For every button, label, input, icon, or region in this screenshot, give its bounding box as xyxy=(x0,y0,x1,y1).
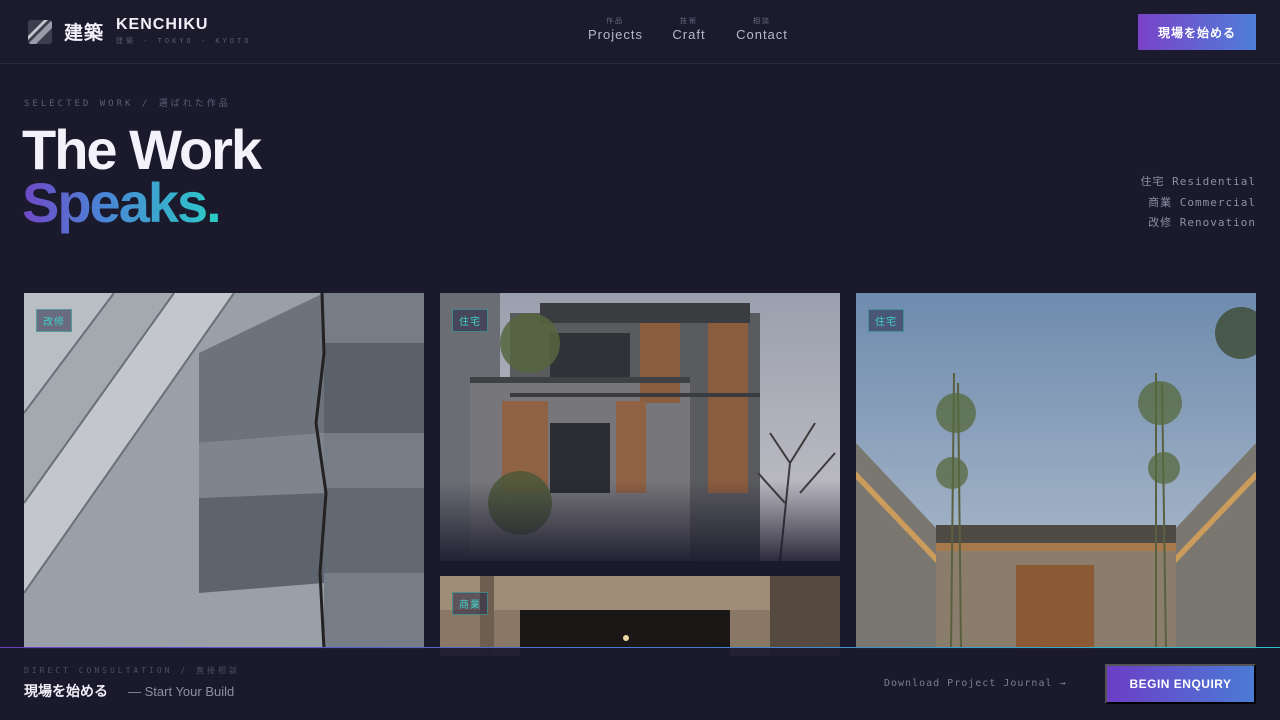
start-project-button[interactable]: 現場を始める xyxy=(1138,14,1256,50)
nav-item-craft[interactable]: 技術 Craft xyxy=(672,16,706,42)
logo-icon[interactable] xyxy=(28,20,52,44)
project-tag: 改修 xyxy=(36,309,72,332)
nav-item-label: Contact xyxy=(736,27,788,42)
nav-item-jp-label: 相談 xyxy=(753,17,771,25)
site-header: 建築 KENCHIKU 建築 · TOKYO · KYOTO 作品 Projec… xyxy=(0,0,1280,64)
consultation-title: 現場を始める xyxy=(24,684,108,700)
timber-louvered-townhouse-image xyxy=(440,293,840,561)
category-commercial[interactable]: 商業 Commercial xyxy=(1141,193,1256,214)
nav-item-jp-label: 技術 xyxy=(680,17,698,25)
begin-enquiry-button[interactable]: BEGIN ENQUIRY xyxy=(1105,664,1256,704)
project-card-commercial[interactable]: 商業 xyxy=(440,576,840,656)
hero-title-line1: The Work xyxy=(22,118,262,181)
logo-name[interactable]: KENCHIKU xyxy=(116,16,208,34)
project-card-renovation[interactable]: 改修 xyxy=(24,293,424,649)
category-filter: 住宅 Residential 商業 Commercial 改修 Renovati… xyxy=(1141,172,1256,234)
hero-title-gradient-word: Speaks xyxy=(22,171,208,234)
project-tag: 商業 xyxy=(452,592,488,615)
category-renovation[interactable]: 改修 Renovation xyxy=(1141,213,1256,234)
hero-title-line2: Speaks. xyxy=(22,175,222,231)
consultation-eyebrow: DIRECT CONSULTATION / 直接相談 xyxy=(24,666,240,675)
concrete-canopy-interior-image xyxy=(440,576,840,656)
nav-item-label: Projects xyxy=(588,27,643,42)
nav-item-projects[interactable]: 作品 Projects xyxy=(588,16,642,42)
hero-eyebrow: SELECTED WORK / 選ばれた作品 xyxy=(24,99,231,109)
consultation-subtitle: — Start Your Build xyxy=(128,684,235,699)
project-tag: 住宅 xyxy=(868,309,904,332)
gradient-divider xyxy=(0,647,1280,648)
bamboo-courtyard-house-image xyxy=(856,293,1256,649)
category-residential[interactable]: 住宅 Residential xyxy=(1141,172,1256,193)
logo-subtitle: 建築 · TOKYO · KYOTO xyxy=(116,37,252,45)
consultation-bar: DIRECT CONSULTATION / 直接相談 現場を始める — Star… xyxy=(0,647,1280,720)
nav-item-jp-label: 作品 xyxy=(606,17,624,25)
download-journal-link[interactable]: Download Project Journal → xyxy=(884,678,1067,689)
nav-item-contact[interactable]: 相談 Contact xyxy=(736,16,788,42)
project-card-residential-courtyard[interactable]: 住宅 xyxy=(856,293,1256,649)
logo-kanji[interactable]: 建築 xyxy=(64,18,104,45)
project-card-residential[interactable]: 住宅 xyxy=(440,293,840,561)
hero-title-dot: . xyxy=(206,171,222,234)
nav-item-label: Craft xyxy=(672,27,706,42)
project-tag: 住宅 xyxy=(452,309,488,332)
folded-concrete-facade-image xyxy=(24,293,424,649)
